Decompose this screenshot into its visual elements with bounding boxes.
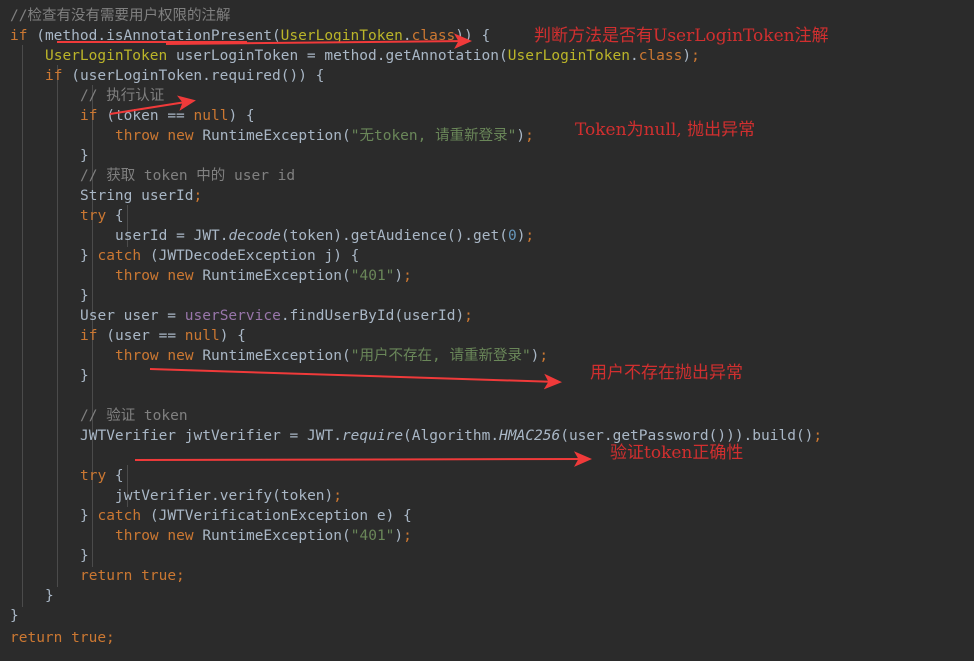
code-line[interactable]: userId = JWT.decode(token).getAudience()… bbox=[115, 226, 534, 246]
code-line[interactable]: //检查有没有需要用户权限的注解 bbox=[10, 6, 230, 26]
code-editor-screenshot: //检查有没有需要用户权限的注解 if (method.isAnnotationP… bbox=[0, 0, 974, 661]
code-line[interactable]: return true; bbox=[10, 628, 115, 648]
code-line[interactable]: if (user == null) { bbox=[80, 326, 246, 346]
code-line[interactable]: String userId; bbox=[80, 186, 202, 206]
code-line[interactable]: throw new RuntimeException("401"); bbox=[115, 266, 412, 286]
code-line[interactable]: } bbox=[10, 606, 19, 626]
code-line[interactable]: } catch (JWTDecodeException j) { bbox=[80, 246, 359, 266]
code-line[interactable]: } bbox=[80, 546, 89, 566]
code-line[interactable]: throw new RuntimeException("无token, 请重新登… bbox=[115, 126, 534, 146]
code-line[interactable]: } bbox=[80, 286, 89, 306]
code-line[interactable]: // 获取 token 中的 user id bbox=[80, 166, 295, 186]
code-line[interactable]: } bbox=[45, 586, 54, 606]
code-line[interactable]: throw new RuntimeException("401"); bbox=[115, 526, 412, 546]
code-line[interactable]: } bbox=[80, 146, 89, 166]
code-line[interactable]: jwtVerifier.verify(token); bbox=[115, 486, 342, 506]
code-line[interactable]: // 执行认证 bbox=[80, 86, 164, 106]
underline-isAnnotationPresent bbox=[57, 41, 247, 43]
code-line[interactable]: throw new RuntimeException("用户不存在, 请重新登录… bbox=[115, 346, 548, 366]
code-content[interactable]: //检查有没有需要用户权限的注解 if (method.isAnnotationP… bbox=[0, 0, 974, 661]
code-line[interactable]: if (userLoginToken.required()) { bbox=[45, 66, 324, 86]
code-line[interactable]: if (token == null) { bbox=[80, 106, 255, 126]
code-line[interactable]: UserLoginToken userLoginToken = method.g… bbox=[45, 46, 700, 66]
code-line[interactable]: User user = userService.findUserById(use… bbox=[80, 306, 473, 326]
code-line[interactable]: } bbox=[80, 366, 89, 386]
annotation-2: Token为null, 抛出异常 bbox=[575, 120, 756, 140]
code-line[interactable]: return true; bbox=[80, 566, 185, 586]
annotation-4: 验证token正确性 bbox=[610, 443, 744, 463]
code-line[interactable]: try { bbox=[80, 206, 124, 226]
code-line[interactable]: } catch (JWTVerificationException e) { bbox=[80, 506, 412, 526]
code-line[interactable]: // 验证 token bbox=[80, 406, 188, 426]
code-line[interactable]: if (method.isAnnotationPresent(UserLogin… bbox=[10, 26, 490, 46]
code-line[interactable]: try { bbox=[80, 466, 124, 486]
annotation-3: 用户不存在抛出异常 bbox=[590, 363, 743, 383]
annotation-1: 判断方法是否有UserLoginToken注解 bbox=[534, 26, 829, 46]
